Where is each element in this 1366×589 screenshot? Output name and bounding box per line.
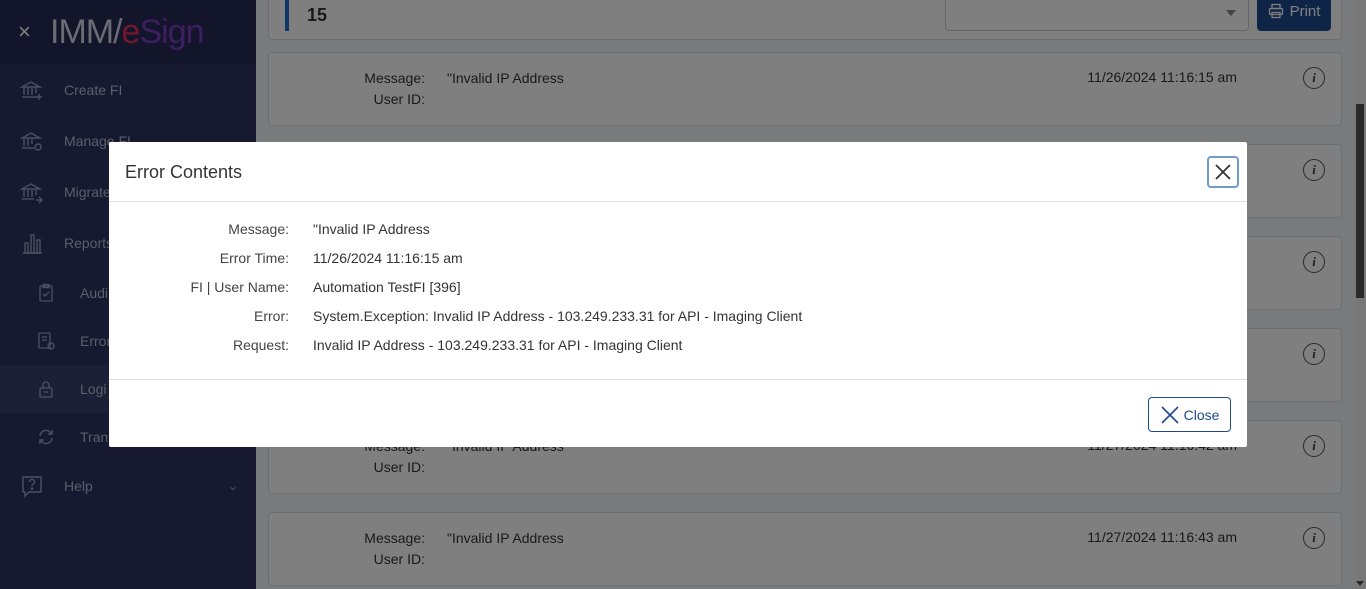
dialog-close-button[interactable] — [1207, 156, 1239, 188]
detail-row-message: Message: "Invalid IP Address — [228, 221, 430, 237]
detail-row-request: Request: Invalid IP Address - 103.249.23… — [232, 337, 683, 353]
detail-row-user-name: FI | User Name: Automation TestFI [396] — [190, 279, 461, 295]
close-icon — [1215, 164, 1231, 180]
detail-row-error-time: Error Time: 11/26/2024 11:16:15 am — [219, 250, 463, 266]
dialog-body: Message: "Invalid IP Address Error Time:… — [109, 202, 1247, 380]
dialog-footer: Close — [109, 380, 1247, 446]
dialog-header: Error Contents — [109, 142, 1247, 202]
error-contents-dialog: Error Contents Message: "Invalid IP Addr… — [109, 142, 1247, 447]
close-button[interactable]: Close — [1148, 397, 1231, 432]
dialog-title: Error Contents — [125, 162, 243, 182]
detail-row-error: Error: System.Exception: Invalid IP Addr… — [254, 308, 803, 324]
close-icon — [1161, 405, 1179, 424]
